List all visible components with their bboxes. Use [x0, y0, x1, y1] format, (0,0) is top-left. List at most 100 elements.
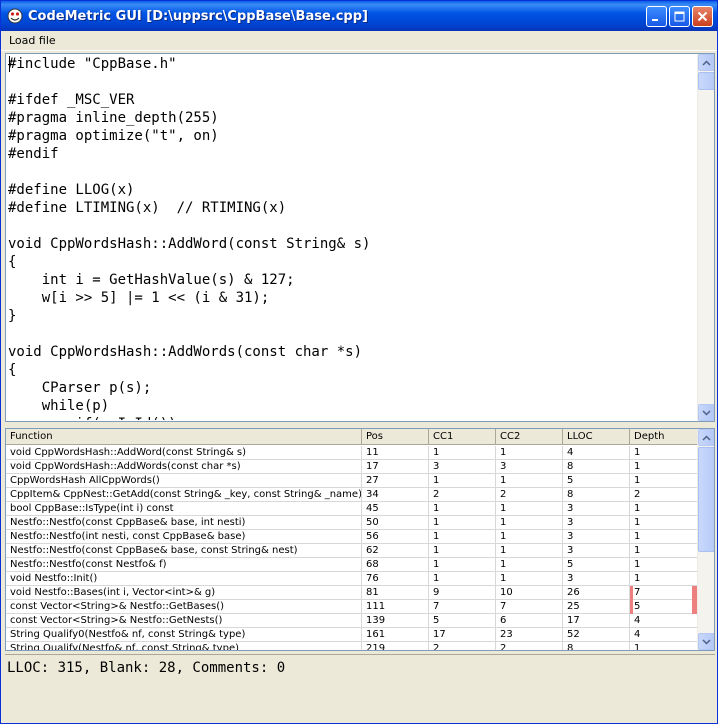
cell-pos: 34 [362, 488, 429, 502]
cell-pos: 76 [362, 572, 429, 586]
table-scroll-down-button[interactable] [698, 633, 714, 650]
cell-cc1: 1 [429, 544, 496, 558]
column-header-cc2[interactable]: CC2 [496, 429, 563, 445]
cell-lloc: 8 [563, 488, 630, 502]
table-row[interactable]: CppItem& CppNest::GetAdd(const String& _… [6, 488, 698, 502]
menu-bar: Load file [1, 31, 717, 51]
editor-scroll-thumb[interactable] [698, 72, 714, 90]
cell-pos: 139 [362, 614, 429, 628]
cell-pos: 62 [362, 544, 429, 558]
cell-depth: 5 [630, 600, 698, 614]
cell-depth: 4 [630, 628, 698, 642]
column-header-function[interactable]: Function [6, 429, 362, 445]
table-scroll-thumb[interactable] [698, 447, 714, 552]
cell-cc1: 1 [429, 530, 496, 544]
metrics-table[interactable]: Function Pos CC1 CC2 LLOC Depth void Cpp… [5, 428, 715, 651]
cell-pos: 161 [362, 628, 429, 642]
code-view[interactable]: #include "CppBase.h" #ifdef _MSC_VER #prag… [8, 55, 696, 420]
code-line: #pragma inline_depth(255) [8, 110, 219, 126]
cell-cc2: 1 [496, 474, 563, 488]
table-row[interactable]: Nestfo::Nestfo(const CppBase& base, cons… [6, 544, 698, 558]
code-line: CParser p(s); [8, 380, 152, 396]
text-caret [9, 56, 10, 72]
cell-function: String Qualify0(Nestfo& nf, const String… [6, 628, 362, 642]
cell-pos: 45 [362, 502, 429, 516]
menu-load-file[interactable]: Load file [1, 31, 64, 51]
table-row[interactable]: void CppWordsHash::AddWord(const String&… [6, 446, 698, 460]
cell-pos: 27 [362, 474, 429, 488]
cell-cc2: 1 [496, 544, 563, 558]
cell-cc1: 1 [429, 446, 496, 460]
cell-lloc: 8 [563, 642, 630, 650]
cell-depth: 1 [630, 502, 698, 516]
status-summary: LLOC: 315, Blank: 28, Comments: 0 [5, 654, 715, 722]
table-row[interactable]: String Qualify0(Nestfo& nf, const String… [6, 628, 698, 642]
table-row[interactable]: const Vector<String>& Nestfo::GetNests()… [6, 614, 698, 628]
cell-lloc: 52 [563, 628, 630, 642]
column-header-cc1[interactable]: CC1 [429, 429, 496, 445]
cell-cc2: 1 [496, 572, 563, 586]
cell-depth: 1 [630, 446, 698, 460]
code-line: #endif [8, 146, 59, 162]
cell-pos: 11 [362, 446, 429, 460]
table-row[interactable]: void CppWordsHash::AddWords(const char *… [6, 460, 698, 474]
cell-lloc: 5 [563, 558, 630, 572]
column-header-depth[interactable]: Depth [630, 429, 698, 445]
editor-scroll-up-button[interactable] [698, 54, 714, 71]
cell-cc2: 3 [496, 460, 563, 474]
column-header-pos[interactable]: Pos [362, 429, 429, 445]
cell-depth: 1 [630, 558, 698, 572]
code-line: #define LTIMING(x) // RTIMING(x) [8, 200, 287, 216]
table-row[interactable]: Nestfo::Nestfo(const Nestfo& f) 68 1 1 5 1 [6, 558, 698, 572]
table-row[interactable]: String Qualify(Nestfo& nf, const String&… [6, 642, 698, 650]
chevron-down-icon [702, 409, 711, 416]
cell-function: void Nestfo::Init() [6, 572, 362, 586]
cell-cc1: 1 [429, 516, 496, 530]
table-row[interactable]: CppWordsHash AllCppWords() 27 1 1 5 1 [6, 474, 698, 488]
cell-cc1: 3 [429, 460, 496, 474]
cell-depth: 1 [630, 516, 698, 530]
cell-lloc: 3 [563, 502, 630, 516]
cell-pos: 50 [362, 516, 429, 530]
code-editor[interactable]: #include "CppBase.h" #ifdef _MSC_VER #prag… [5, 53, 715, 422]
table-header: Function Pos CC1 CC2 LLOC Depth [6, 429, 698, 445]
cell-depth: 7 [630, 586, 698, 600]
code-line: } [8, 308, 17, 324]
table-row[interactable]: const Vector<String>& Nestfo::GetBases()… [6, 600, 698, 614]
cell-cc2: 7 [496, 600, 563, 614]
cell-cc1: 9 [429, 586, 496, 600]
table-vertical-scrollbar[interactable] [697, 429, 714, 650]
chevron-down-icon [702, 638, 711, 645]
title-bar[interactable]: CodeMetric GUI [D:\uppsrc\CppBase\Base.c… [1, 1, 717, 31]
table-row[interactable]: void Nestfo::Init() 76 1 1 3 1 [6, 572, 698, 586]
cell-pos: 111 [362, 600, 429, 614]
cell-cc2: 1 [496, 502, 563, 516]
table-scroll-up-button[interactable] [698, 429, 714, 446]
editor-scroll-down-button[interactable] [698, 404, 714, 421]
cell-lloc: 25 [563, 600, 630, 614]
code-line: #define LLOG(x) [8, 182, 135, 198]
column-header-lloc[interactable]: LLOC [563, 429, 630, 445]
cell-function: String Qualify(Nestfo& nf, const String&… [6, 642, 362, 650]
code-line: { [8, 362, 17, 378]
maximize-button[interactable] [669, 6, 690, 27]
cell-cc1: 2 [429, 642, 496, 650]
table-row[interactable]: Nestfo::Nestfo(const CppBase& base, int … [6, 516, 698, 530]
table-row[interactable]: Nestfo::Nestfo(int nesti, const CppBase&… [6, 530, 698, 544]
cell-lloc: 5 [563, 474, 630, 488]
chevron-up-icon [702, 434, 711, 441]
app-window: CodeMetric GUI [D:\uppsrc\CppBase\Base.c… [0, 0, 718, 724]
minimize-button[interactable] [646, 6, 667, 27]
close-button[interactable] [692, 6, 713, 27]
cell-function: bool CppBase::IsType(int i) const [6, 502, 362, 516]
table-row[interactable]: bool CppBase::IsType(int i) const 45 1 1 3 1 [6, 502, 698, 516]
cell-function: Nestfo::Nestfo(int nesti, const CppBase&… [6, 530, 362, 544]
editor-vertical-scrollbar[interactable] [697, 54, 714, 421]
cell-lloc: 3 [563, 530, 630, 544]
cell-function: Nestfo::Nestfo(const Nestfo& f) [6, 558, 362, 572]
cell-cc1: 7 [429, 600, 496, 614]
table-row[interactable]: void Nestfo::Bases(int i, Vector<int>& g… [6, 586, 698, 600]
cell-cc2: 2 [496, 488, 563, 502]
cell-function: Nestfo::Nestfo(const CppBase& base, cons… [6, 544, 362, 558]
